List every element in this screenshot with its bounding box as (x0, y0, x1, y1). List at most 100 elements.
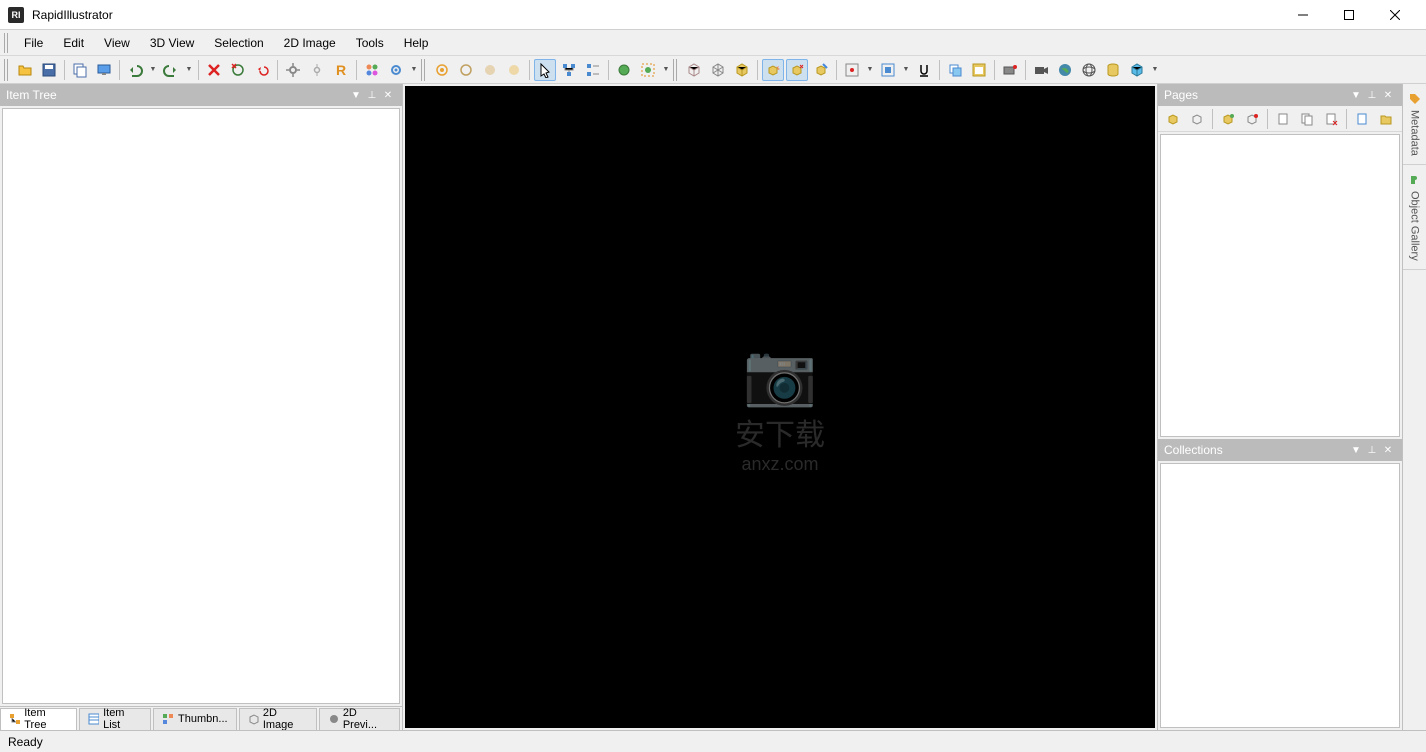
toolbar-dropdown-2[interactable]: ▼ (661, 59, 671, 81)
tab-item-list[interactable]: Item List (79, 708, 151, 730)
minimize-button[interactable] (1280, 0, 1326, 30)
r-button[interactable]: R (330, 59, 352, 81)
sidetab-object-gallery[interactable]: Object Gallery (1403, 165, 1426, 270)
menubar: File Edit View 3D View Selection 2D Imag… (0, 30, 1426, 56)
separator (1212, 109, 1213, 129)
pages-cube3-button[interactable] (1217, 108, 1239, 130)
menu-help[interactable]: Help (394, 32, 439, 54)
move-cube-button[interactable] (786, 59, 808, 81)
toolbar-handle-3[interactable] (673, 59, 679, 81)
pages-menu-button[interactable]: ▼ (1348, 87, 1364, 103)
layer-button[interactable] (944, 59, 966, 81)
panel-pin-button[interactable]: ⊥ (364, 87, 380, 103)
circle4-button[interactable] (503, 59, 525, 81)
undo-dropdown[interactable]: ▼ (148, 59, 158, 81)
toolbar-dropdown-1[interactable]: ▼ (409, 59, 419, 81)
video-button[interactable] (1030, 59, 1052, 81)
gear2-button[interactable] (306, 59, 328, 81)
pages-doc-button[interactable] (1272, 108, 1294, 130)
pages-cube4-button[interactable] (1241, 108, 1263, 130)
copy-button[interactable] (69, 59, 91, 81)
monitor-button[interactable] (93, 59, 115, 81)
sidetab-metadata[interactable]: Metadata (1403, 84, 1426, 165)
globe-select-button[interactable] (637, 59, 659, 81)
menu-2dimage[interactable]: 2D Image (274, 32, 346, 54)
circle3-button[interactable] (479, 59, 501, 81)
main-toolbar: ▼ ▼ R ▼ ▼ ▼ ▼ ▼ (0, 56, 1426, 84)
collections-menu-button[interactable]: ▼ (1348, 442, 1364, 458)
gear1-button[interactable] (282, 59, 304, 81)
fit-button[interactable] (877, 59, 899, 81)
pages-body[interactable] (1160, 134, 1400, 437)
pages-doc-add-button[interactable] (1351, 108, 1373, 130)
brush-cube-button[interactable] (810, 59, 832, 81)
tab-2d-image[interactable]: 2D Image (239, 708, 317, 730)
cube2-button[interactable] (707, 59, 729, 81)
center-dropdown[interactable]: ▼ (865, 59, 875, 81)
collections-pin-button[interactable]: ⊥ (1364, 442, 1380, 458)
pages-doc2-button[interactable] (1296, 108, 1318, 130)
separator (119, 60, 120, 80)
list-button[interactable] (582, 59, 604, 81)
maximize-button[interactable] (1326, 0, 1372, 30)
pages-cube-button[interactable] (1162, 108, 1184, 130)
collections-body[interactable] (1160, 463, 1400, 728)
cluster-button[interactable] (361, 59, 383, 81)
anim-button[interactable] (999, 59, 1021, 81)
pages-folder-button[interactable] (1375, 108, 1397, 130)
center-button[interactable] (841, 59, 863, 81)
menu-handle[interactable] (4, 33, 10, 53)
tab-thumbnails[interactable]: Thumbn... (153, 708, 237, 730)
menu-tools[interactable]: Tools (346, 32, 394, 54)
menu-3dview[interactable]: 3D View (140, 32, 204, 54)
tab-2d-preview[interactable]: 2D Previ... (319, 708, 400, 730)
underline-button[interactable] (913, 59, 935, 81)
globe2-button[interactable] (1078, 59, 1100, 81)
window-button[interactable] (968, 59, 990, 81)
panel-menu-button[interactable]: ▼ (348, 87, 364, 103)
cylinder-button[interactable] (1102, 59, 1124, 81)
menu-view[interactable]: View (94, 32, 140, 54)
viewport-3d[interactable]: 📷 安下载 anxz.com (405, 86, 1155, 728)
toolbar-handle-1[interactable] (4, 59, 10, 81)
undo-x-button[interactable] (251, 59, 273, 81)
undo-button[interactable] (124, 59, 146, 81)
pages-pin-button[interactable]: ⊥ (1364, 87, 1380, 103)
cube3d-button[interactable] (1126, 59, 1148, 81)
delete-button[interactable] (203, 59, 225, 81)
redo-button[interactable] (160, 59, 182, 81)
circle2-button[interactable] (455, 59, 477, 81)
redo-dropdown[interactable]: ▼ (184, 59, 194, 81)
open-button[interactable] (14, 59, 36, 81)
pages-cube2-button[interactable] (1186, 108, 1208, 130)
menu-file[interactable]: File (14, 32, 53, 54)
pages-doc-del-button[interactable] (1320, 108, 1342, 130)
orbit-button[interactable] (431, 59, 453, 81)
world-button[interactable] (613, 59, 635, 81)
save-button[interactable] (38, 59, 60, 81)
close-button[interactable] (1372, 0, 1418, 30)
box-button[interactable] (731, 59, 753, 81)
separator (1267, 109, 1268, 129)
menu-edit[interactable]: Edit (53, 32, 94, 54)
separator (529, 60, 530, 80)
delete-refresh-button[interactable] (227, 59, 249, 81)
star-cube-button[interactable] (762, 59, 784, 81)
collections-close-button[interactable]: ✕ (1380, 442, 1396, 458)
item-tree-body[interactable] (2, 108, 400, 704)
item-tree-header: Item Tree ▼ ⊥ ✕ (0, 84, 402, 106)
panel-close-button[interactable]: ✕ (380, 87, 396, 103)
fit-dropdown[interactable]: ▼ (901, 59, 911, 81)
earth-button[interactable] (1054, 59, 1076, 81)
cube1-button[interactable] (683, 59, 705, 81)
hierarchy-button[interactable] (558, 59, 580, 81)
pages-close-button[interactable]: ✕ (1380, 87, 1396, 103)
tab-item-tree[interactable]: Item Tree (0, 708, 77, 730)
toolbar-dropdown-3[interactable]: ▼ (1150, 59, 1160, 81)
toolbar-handle-2[interactable] (421, 59, 427, 81)
separator (1025, 60, 1026, 80)
settings-button[interactable] (385, 59, 407, 81)
menu-selection[interactable]: Selection (204, 32, 273, 54)
side-tabs: Metadata Object Gallery (1402, 84, 1426, 730)
pointer-button[interactable] (534, 59, 556, 81)
